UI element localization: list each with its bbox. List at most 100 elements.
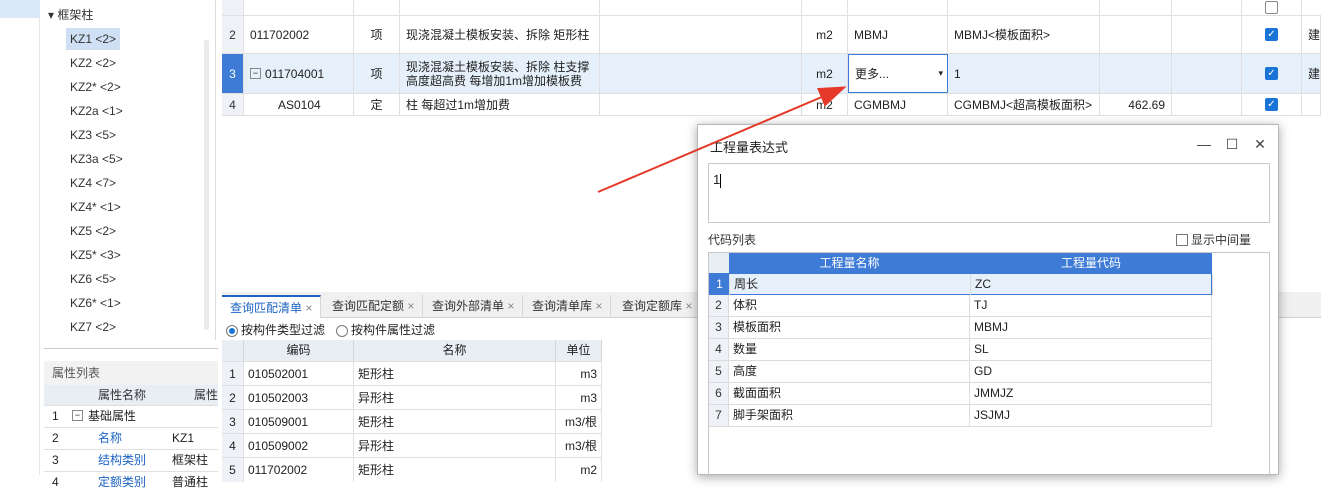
tree-item[interactable]: KZ1 <2> bbox=[66, 28, 121, 50]
cell-empty[interactable] bbox=[1172, 16, 1242, 53]
code-row[interactable]: 4 数量 SL bbox=[709, 339, 1212, 361]
table-row-partial[interactable] bbox=[222, 0, 1321, 16]
code-row[interactable]: 7 脚手架面积 JSJMJ bbox=[709, 405, 1212, 427]
tree-item[interactable]: KZ4 <7> bbox=[66, 172, 120, 194]
row-checkbox[interactable] bbox=[1265, 1, 1278, 14]
cell-empty[interactable] bbox=[600, 54, 802, 93]
cell-empty[interactable] bbox=[1172, 94, 1242, 115]
cell-expr[interactable]: MBMJ bbox=[848, 16, 948, 53]
list-row[interactable]: 3 010509001 矩形柱 m3/根 bbox=[222, 409, 602, 434]
tree-item[interactable]: KZ2* <2> bbox=[66, 76, 125, 98]
code-row[interactable]: 1 周长 ZC bbox=[709, 273, 1213, 295]
cell-expr[interactable]: CGMBMJ bbox=[848, 94, 948, 115]
list-row[interactable]: 5 011702002 矩形柱 m2 bbox=[222, 457, 602, 482]
list-row[interactable]: 2 010502003 异形柱 m3 bbox=[222, 385, 602, 410]
left-nav-selection[interactable] bbox=[0, 0, 40, 18]
cell-expr[interactable]: ▾ 更多... bbox=[848, 54, 948, 93]
code-row[interactable]: 2 体积 TJ bbox=[709, 295, 1212, 317]
show-intermediate-checkbox[interactable]: 显示中间量 bbox=[1176, 231, 1251, 248]
cell-extra[interactable]: 建 bbox=[1302, 16, 1321, 53]
cell-expr_desc[interactable]: MBMJ<模板面积> bbox=[948, 16, 1100, 53]
cell-type[interactable]: 定 bbox=[354, 94, 400, 115]
table-row[interactable]: 2 011702002 项 现浇混凝土模板安装、拆除 矩形柱 m2 MBMJ MBMJ<模板… bbox=[222, 16, 1321, 54]
prop-row-value[interactable]: 框架柱 bbox=[172, 450, 208, 471]
filter-by-type-radio[interactable]: 按构件类型过滤 bbox=[226, 321, 325, 338]
tab-query-0[interactable]: 查询匹配清单 × bbox=[222, 295, 322, 318]
tree-item[interactable]: KZ6 <5> bbox=[66, 268, 120, 290]
tab-query-3[interactable]: 查询清单库 × bbox=[524, 295, 612, 318]
cell-unit[interactable]: m2 bbox=[802, 54, 848, 93]
cell-num[interactable]: 4 bbox=[222, 94, 244, 115]
cell-chk[interactable]: ✓ bbox=[1242, 54, 1302, 93]
tab-query-2[interactable]: 查询外部清单 × bbox=[424, 295, 524, 318]
minimize-icon[interactable]: — bbox=[1194, 135, 1214, 153]
tree-group-header[interactable]: ▾ 框架柱 bbox=[48, 6, 93, 23]
cell-expr_desc[interactable]: CGMBMJ<超高模板面积> bbox=[948, 94, 1100, 115]
cell-empty[interactable] bbox=[600, 16, 802, 53]
cell-expr_desc[interactable]: 1 bbox=[948, 54, 1100, 93]
cell-qty[interactable]: 462.69 bbox=[1100, 94, 1172, 115]
maximize-icon[interactable]: ☐ bbox=[1222, 135, 1242, 153]
cell-num[interactable]: 2 bbox=[222, 16, 244, 53]
cell-extra[interactable] bbox=[1302, 94, 1321, 115]
tree-item[interactable]: KZ7 <2> bbox=[66, 316, 120, 338]
table-row[interactable]: 3 −011704001 项 现浇混凝土模板安装、拆除 柱支撑高度超高费 每增加1m增… bbox=[222, 54, 1321, 94]
cell-code[interactable]: 011702002 bbox=[244, 16, 354, 53]
tab-close-icon[interactable]: × bbox=[404, 299, 414, 313]
code-row[interactable]: 3 模板面积 MBMJ bbox=[709, 317, 1212, 339]
cell-qty[interactable] bbox=[1100, 16, 1172, 53]
tree-item[interactable]: KZ5 <2> bbox=[66, 220, 120, 242]
cell-unit[interactable]: m2 bbox=[802, 94, 848, 115]
tree-item[interactable]: KZ5* <3> bbox=[66, 244, 125, 266]
cell-num[interactable]: 3 bbox=[222, 54, 244, 93]
prop-row[interactable]: 2 名称 KZ1 bbox=[44, 427, 218, 448]
cell-name[interactable]: 现浇混凝土模板安装、拆除 柱支撑高度超高费 每增加1m增加模板费 bbox=[400, 54, 600, 93]
tree-scrollbar[interactable] bbox=[204, 40, 209, 330]
tab-close-icon[interactable]: × bbox=[682, 299, 692, 313]
tab-close-icon[interactable]: × bbox=[302, 301, 312, 315]
cell-type[interactable]: 项 bbox=[354, 16, 400, 53]
cell-unit[interactable]: m2 bbox=[802, 16, 848, 53]
tree-item[interactable]: KZ2 <2> bbox=[66, 52, 120, 74]
tree-item[interactable]: KZ6* <1> bbox=[66, 292, 125, 314]
table-row[interactable]: 4 AS0104 定 柱 每超过1m增加费 m2 CGMBMJ CGMBMJ<超高模板面积>… bbox=[222, 94, 1321, 116]
expression-input[interactable]: 1 bbox=[708, 163, 1270, 223]
tab-close-icon[interactable]: × bbox=[504, 299, 514, 313]
cell-code[interactable]: AS0104 bbox=[244, 94, 354, 115]
prop-row-value[interactable]: 普通柱 bbox=[172, 472, 208, 493]
row-checkbox[interactable]: ✓ bbox=[1265, 67, 1278, 80]
collapse-box-icon[interactable]: − bbox=[250, 68, 261, 79]
list-row[interactable]: 4 010509002 异形柱 m3/根 bbox=[222, 433, 602, 458]
prop-row[interactable]: 3 结构类别 框架柱 bbox=[44, 449, 218, 470]
filter-by-attr-radio[interactable]: 按构件属性过滤 bbox=[336, 321, 435, 338]
close-icon[interactable]: ✕ bbox=[1250, 135, 1270, 153]
row-checkbox[interactable]: ✓ bbox=[1265, 98, 1278, 111]
tree-item[interactable]: KZ2a <1> bbox=[66, 100, 127, 122]
cell-empty[interactable] bbox=[600, 94, 802, 115]
cell-extra[interactable]: 建 bbox=[1302, 54, 1321, 93]
tree-item[interactable]: KZ3a <5> bbox=[66, 148, 127, 170]
tree-item[interactable]: KZ4* <1> bbox=[66, 196, 125, 218]
prop-row-value[interactable]: KZ1 bbox=[172, 428, 194, 449]
cell-name[interactable]: 现浇混凝土模板安装、拆除 矩形柱 bbox=[400, 16, 600, 53]
cell-code[interactable]: −011704001 bbox=[244, 54, 354, 93]
prop-row[interactable]: 4 定额类别 普通柱 bbox=[44, 471, 218, 492]
cell-chk[interactable]: ✓ bbox=[1242, 94, 1302, 115]
tab-query-4[interactable]: 查询定额库 × bbox=[614, 295, 702, 318]
dropdown-arrow-icon[interactable]: ▾ bbox=[938, 68, 943, 79]
tab-query-1[interactable]: 查询匹配定额 × bbox=[324, 295, 424, 318]
prop-row[interactable]: − 1 基础属性 bbox=[44, 405, 218, 426]
tree-item[interactable]: KZ3 <5> bbox=[66, 124, 120, 146]
collapse-triangle-icon[interactable]: ▾ bbox=[48, 8, 57, 22]
list-row[interactable]: 1 010502001 矩形柱 m3 bbox=[222, 361, 602, 386]
cell-name[interactable]: 柱 每超过1m增加费 bbox=[400, 94, 600, 115]
code-row[interactable]: 6 截面面积 JMMJZ bbox=[709, 383, 1212, 405]
cell-qty[interactable] bbox=[1100, 54, 1172, 93]
cell-empty[interactable] bbox=[1172, 54, 1242, 93]
cell-type[interactable]: 项 bbox=[354, 54, 400, 93]
tab-close-icon[interactable]: × bbox=[592, 299, 602, 313]
cell-chk[interactable]: ✓ bbox=[1242, 16, 1302, 53]
code-row[interactable]: 5 高度 GD bbox=[709, 361, 1212, 383]
collapse-box-icon[interactable]: − bbox=[72, 410, 83, 421]
row-checkbox[interactable]: ✓ bbox=[1265, 28, 1278, 41]
